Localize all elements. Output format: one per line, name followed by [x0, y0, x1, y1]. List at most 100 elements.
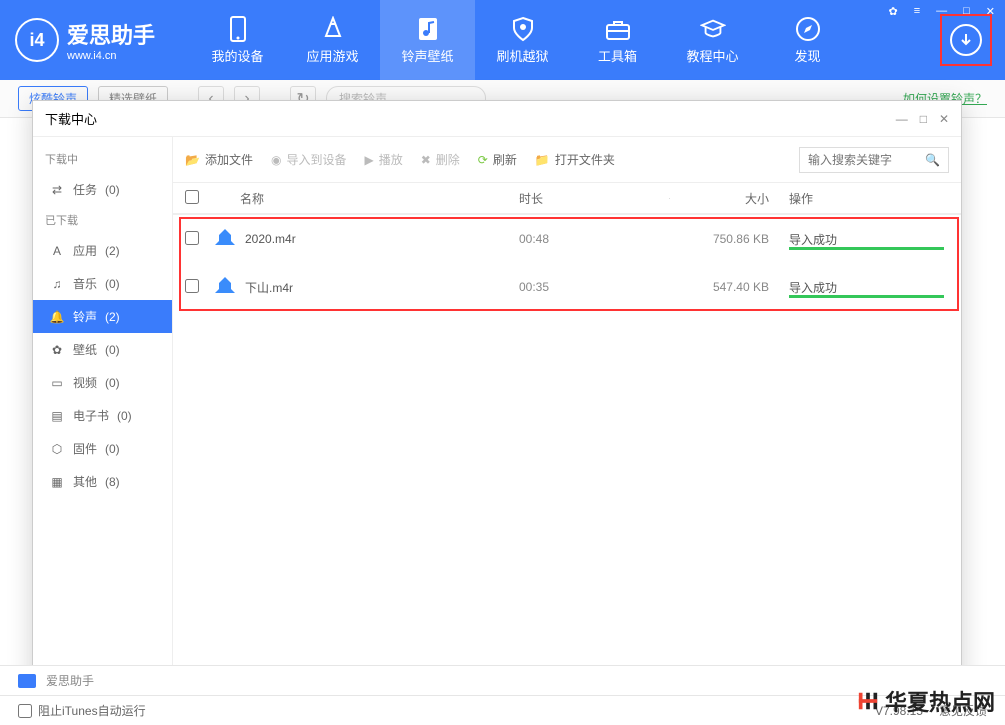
nav-tutorial[interactable]: 教程中心 [665, 0, 760, 80]
row-checkbox[interactable] [185, 231, 199, 245]
section-downloaded: 已下载 [33, 206, 172, 234]
download-icon [950, 24, 982, 56]
file-status: 导入成功 [789, 231, 949, 248]
nav-jailbreak[interactable]: 刷机越狱 [475, 0, 570, 80]
nav-toolbox[interactable]: 工具箱 [570, 0, 665, 80]
dialog-minimize-icon[interactable]: — [896, 112, 908, 126]
sidebar-count: (2) [105, 244, 120, 258]
open-folder-button[interactable]: 📁 打开文件夹 [535, 151, 615, 168]
import-icon: ◉ [271, 153, 281, 167]
footer-upper: 爱思助手 [0, 665, 1005, 695]
download-sidebar: 下载中 ⇄ 任务 (0) 已下载 A 应用 (2) ♫ 音乐 (0) 🔔 铃声 … [33, 137, 173, 707]
play-icon: ▶ [364, 153, 373, 167]
sidebar-label: 铃声 [73, 308, 97, 325]
table-row[interactable]: 下山.m4r 00:35 547.40 KB 导入成功 [173, 263, 961, 311]
app-subtitle: www.i4.cn [67, 50, 155, 62]
download-center-button[interactable] [940, 14, 992, 66]
table-row[interactable]: 2020.m4r 00:48 750.86 KB 导入成功 [173, 215, 961, 263]
wallpaper-icon: ✿ [49, 342, 65, 358]
search-field[interactable] [808, 153, 925, 167]
select-all-checkbox[interactable] [185, 190, 199, 204]
sidebar-item-firmware[interactable]: ⬡ 固件 (0) [33, 432, 172, 465]
main-nav: 我的设备 应用游戏 铃声壁纸 刷机越狱 工具箱 教程中心 发现 [190, 0, 855, 80]
col-size[interactable]: 大小 [669, 190, 789, 207]
play-label: 播放 [379, 151, 403, 168]
sidebar-label: 任务 [73, 181, 97, 198]
delete-icon: ✖ [421, 153, 431, 167]
music-icon: ♫ [49, 276, 65, 292]
col-action: 操作 [789, 190, 949, 207]
feedback-link[interactable]: 意见反馈 [939, 702, 987, 719]
menu-icon[interactable]: ≡ [910, 3, 924, 20]
nav-ringtone[interactable]: 铃声壁纸 [380, 0, 475, 80]
nav-label: 我的设备 [212, 46, 264, 65]
apps-icon [320, 16, 346, 42]
nav-label: 发现 [795, 46, 821, 65]
sidebar-count: (0) [105, 277, 120, 291]
dialog-title: 下载中心 [45, 109, 97, 128]
file-duration: 00:35 [519, 280, 669, 294]
device-status-icon [18, 674, 36, 688]
sidebar-count: (2) [105, 310, 120, 324]
sidebar-count: (0) [105, 442, 120, 456]
nav-label: 工具箱 [598, 46, 637, 65]
content-toolbar: 📂 添加文件 ◉ 导入到设备 ▶ 播放 ✖ 删除 ⟳ 刷新 [173, 137, 961, 183]
row-checkbox[interactable] [185, 279, 199, 293]
sidebar-item-videos[interactable]: ▭ 视频 (0) [33, 366, 172, 399]
sidebar-label: 壁纸 [73, 341, 97, 358]
play-button[interactable]: ▶ 播放 [364, 151, 402, 168]
book-icon: ▤ [49, 408, 65, 424]
sidebar-item-ebooks[interactable]: ▤ 电子书 (0) [33, 399, 172, 432]
add-file-button[interactable]: 📂 添加文件 [185, 151, 253, 168]
sidebar-item-music[interactable]: ♫ 音乐 (0) [33, 267, 172, 300]
delete-button[interactable]: ✖ 删除 [421, 151, 460, 168]
sidebar-item-other[interactable]: ▦ 其他 (8) [33, 465, 172, 498]
table-header: 名称 时长 大小 操作 [173, 183, 961, 215]
col-name[interactable]: 名称 [215, 190, 519, 207]
logo-area: i4 爱思助手 www.i4.cn [0, 18, 170, 62]
sidebar-label: 其他 [73, 473, 97, 490]
sidebar-item-wallpapers[interactable]: ✿ 壁纸 (0) [33, 333, 172, 366]
bell-icon: 🔔 [49, 309, 65, 325]
shield-icon [510, 16, 536, 42]
app-icon: A [49, 243, 65, 259]
dialog-maximize-icon[interactable]: □ [920, 112, 927, 126]
nav-discover[interactable]: 发现 [760, 0, 855, 80]
file-name: 2020.m4r [245, 232, 519, 246]
footer-lower: 阻止iTunes自动运行 V7.98.15 意见反馈 [0, 695, 1005, 725]
block-itunes-checkbox[interactable] [18, 704, 32, 718]
nav-my-device[interactable]: 我的设备 [190, 0, 285, 80]
device-icon [225, 16, 251, 42]
compass-icon [795, 16, 821, 42]
sidebar-count: (0) [117, 409, 132, 423]
refresh-button[interactable]: ⟳ 刷新 [478, 151, 517, 168]
search-input[interactable]: 🔍 [799, 147, 949, 173]
nav-apps[interactable]: 应用游戏 [285, 0, 380, 80]
ringtone-icon [415, 16, 441, 42]
col-duration[interactable]: 时长 [519, 190, 669, 207]
delete-label: 删除 [436, 151, 460, 168]
sidebar-count: (8) [105, 475, 120, 489]
sidebar-item-ringtones[interactable]: 🔔 铃声 (2) [33, 300, 172, 333]
settings-icon[interactable]: ✿ [884, 3, 901, 20]
sidebar-count: (0) [105, 343, 120, 357]
logo-icon: i4 [15, 18, 59, 62]
version-label: V7.98.15 [875, 704, 923, 718]
nav-label: 刷机越狱 [497, 46, 549, 65]
footer-app-name: 爱思助手 [46, 672, 94, 689]
download-center-dialog: 下载中心 — □ ✕ 下载中 ⇄ 任务 (0) 已下载 A 应用 (2) ♫ 音… [32, 100, 962, 708]
tutorial-icon [700, 16, 726, 42]
search-icon: 🔍 [925, 153, 940, 167]
sidebar-label: 音乐 [73, 275, 97, 292]
sidebar-label: 固件 [73, 440, 97, 457]
video-icon: ▭ [49, 375, 65, 391]
import-label: 导入到设备 [286, 151, 346, 168]
import-button[interactable]: ◉ 导入到设备 [271, 151, 347, 168]
sidebar-item-apps[interactable]: A 应用 (2) [33, 234, 172, 267]
main-header: i4 爱思助手 www.i4.cn 我的设备 应用游戏 铃声壁纸 刷机越狱 工具… [0, 0, 1005, 80]
sidebar-item-tasks[interactable]: ⇄ 任务 (0) [33, 173, 172, 206]
nav-label: 铃声壁纸 [402, 46, 454, 65]
dialog-close-icon[interactable]: ✕ [939, 112, 949, 126]
file-name: 下山.m4r [245, 279, 519, 296]
task-icon: ⇄ [49, 182, 65, 198]
